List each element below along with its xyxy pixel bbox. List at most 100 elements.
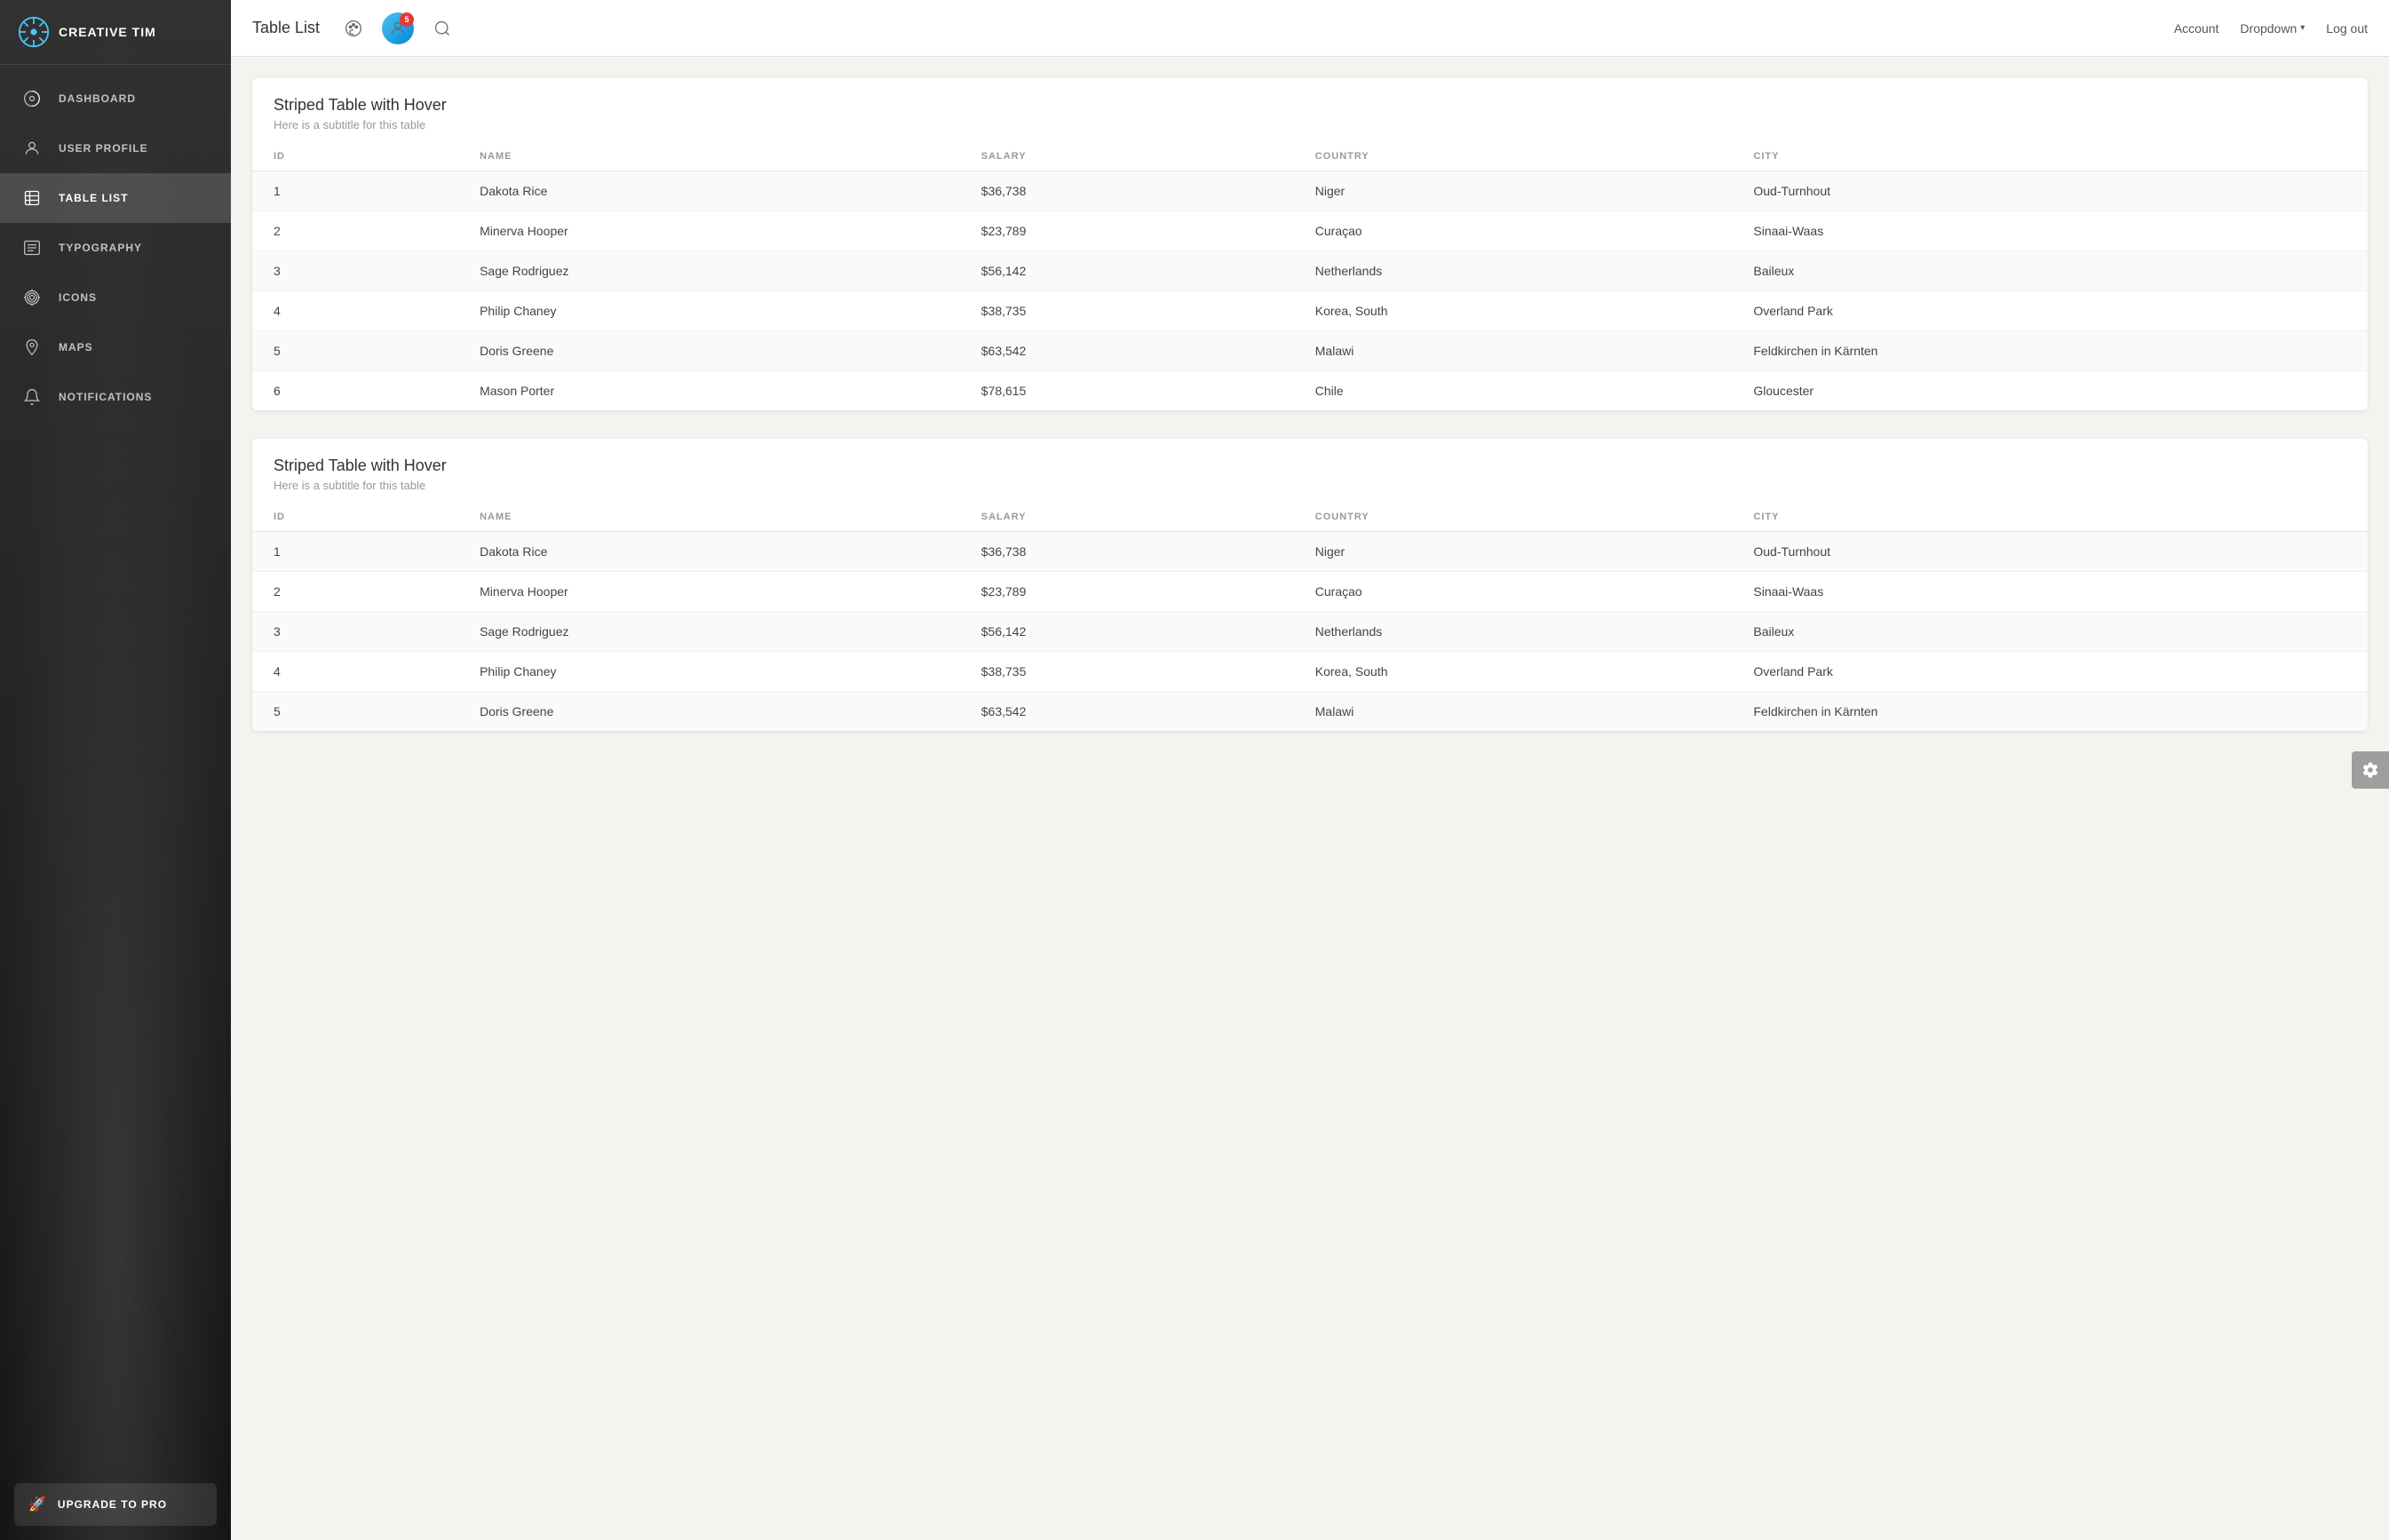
cell-id: 2 <box>252 572 458 612</box>
table-row[interactable]: 4Philip Chaney$38,735Korea, SouthOverlan… <box>252 652 2368 692</box>
typography-icon <box>18 234 46 262</box>
cell-country: Curaçao <box>1294 211 1733 251</box>
logo-icon <box>18 16 50 48</box>
cell-id: 3 <box>252 251 458 291</box>
sidebar-item-icons[interactable]: ICONS <box>0 273 231 322</box>
dropdown-link[interactable]: Dropdown ▾ <box>2240 21 2305 36</box>
table-card: Striped Table with HoverHere is a subtit… <box>252 78 2368 410</box>
sidebar-item-user-profile[interactable]: USER PROFILE <box>0 123 231 173</box>
cell-name: Minerva Hooper <box>458 572 960 612</box>
page-title: Table List <box>252 19 320 37</box>
cell-id: 2 <box>252 211 458 251</box>
cell-salary: $56,142 <box>960 612 1294 652</box>
data-table: IDNAMESALARYCOUNTRYCITY1Dakota Rice$36,7… <box>252 142 2368 410</box>
user-icon <box>18 134 46 163</box>
notification-badge: 5 <box>400 12 414 27</box>
cell-city: Sinaai-Waas <box>1732 211 2368 251</box>
cell-id: 6 <box>252 371 458 411</box>
content-area: Striped Table with HoverHere is a subtit… <box>231 57 2389 1540</box>
cell-country: Niger <box>1294 532 1733 572</box>
table-row[interactable]: 5Doris Greene$63,542MalawiFeldkirchen in… <box>252 331 2368 371</box>
table-subtitle: Here is a subtitle for this table <box>274 118 2346 131</box>
table-row[interactable]: 3Sage Rodriguez$56,142NetherlandsBaileux <box>252 251 2368 291</box>
cell-city: Feldkirchen in Kärnten <box>1732 331 2368 371</box>
settings-fab[interactable] <box>2352 751 2389 789</box>
table-row[interactable]: 3Sage Rodriguez$56,142NetherlandsBaileux <box>252 612 2368 652</box>
table-row[interactable]: 2Minerva Hooper$23,789CuraçaoSinaai-Waas <box>252 211 2368 251</box>
cell-country: Niger <box>1294 171 1733 211</box>
cell-name: Dakota Rice <box>458 171 960 211</box>
dropdown-label: Dropdown <box>2240 21 2297 36</box>
cell-country: Malawi <box>1294 692 1733 732</box>
cell-country: Chile <box>1294 371 1733 411</box>
table-row[interactable]: 5Doris Greene$63,542MalawiFeldkirchen in… <box>252 692 2368 732</box>
chevron-down-icon: ▾ <box>2300 23 2305 33</box>
cell-id: 4 <box>252 652 458 692</box>
table-row[interactable]: 4Philip Chaney$38,735Korea, SouthOverlan… <box>252 291 2368 331</box>
sidebar-label-icons: ICONS <box>59 291 97 304</box>
sidebar: CREATIVE TIM DASHBOARD USER PROFILE <box>0 0 231 1540</box>
table-card: Striped Table with HoverHere is a subtit… <box>252 439 2368 731</box>
column-header: COUNTRY <box>1294 142 1733 171</box>
upgrade-label: UPGRADE TO PRO <box>58 1498 167 1511</box>
notification-button[interactable]: 5 <box>382 12 414 44</box>
cell-name: Minerva Hooper <box>458 211 960 251</box>
cell-salary: $63,542 <box>960 692 1294 732</box>
cell-name: Doris Greene <box>458 692 960 732</box>
logout-link[interactable]: Log out <box>2326 21 2368 36</box>
cell-name: Sage Rodriguez <box>458 612 960 652</box>
column-header: CITY <box>1732 503 2368 532</box>
sidebar-item-typography[interactable]: TYPOGRAPHY <box>0 223 231 273</box>
sidebar-label-maps: MAPS <box>59 341 93 353</box>
cell-country: Netherlands <box>1294 612 1733 652</box>
cell-salary: $36,738 <box>960 171 1294 211</box>
sidebar-logo[interactable]: CREATIVE TIM <box>0 0 231 65</box>
sidebar-label-dashboard: DASHBOARD <box>59 92 136 105</box>
table-icon <box>18 184 46 212</box>
cell-name: Dakota Rice <box>458 532 960 572</box>
cell-city: Gloucester <box>1732 371 2368 411</box>
sidebar-item-notifications[interactable]: NOTIFICATIONS <box>0 372 231 422</box>
palette-button[interactable] <box>337 12 369 44</box>
column-header: COUNTRY <box>1294 503 1733 532</box>
cell-name: Philip Chaney <box>458 291 960 331</box>
cell-salary: $23,789 <box>960 572 1294 612</box>
column-header: SALARY <box>960 503 1294 532</box>
cell-salary: $56,142 <box>960 251 1294 291</box>
sidebar-item-table-list[interactable]: TABLE LIST <box>0 173 231 223</box>
cell-id: 5 <box>252 692 458 732</box>
sidebar-label-typography: TYPOGRAPHY <box>59 242 142 254</box>
cell-salary: $63,542 <box>960 331 1294 371</box>
table-row[interactable]: 1Dakota Rice$36,738NigerOud-Turnhout <box>252 171 2368 211</box>
column-header: NAME <box>458 142 960 171</box>
table-row[interactable]: 1Dakota Rice$36,738NigerOud-Turnhout <box>252 532 2368 572</box>
cell-country: Netherlands <box>1294 251 1733 291</box>
header-right: Account Dropdown ▾ Log out <box>2174 21 2368 36</box>
sidebar-item-dashboard[interactable]: DASHBOARD <box>0 74 231 123</box>
cell-city: Sinaai-Waas <box>1732 572 2368 612</box>
cell-id: 3 <box>252 612 458 652</box>
cell-salary: $23,789 <box>960 211 1294 251</box>
cell-name: Sage Rodriguez <box>458 251 960 291</box>
header: Table List <box>231 0 2389 57</box>
account-link[interactable]: Account <box>2174 21 2219 36</box>
cell-salary: $38,735 <box>960 652 1294 692</box>
cell-id: 5 <box>252 331 458 371</box>
cell-name: Philip Chaney <box>458 652 960 692</box>
header-actions: 5 <box>337 12 458 44</box>
table-row[interactable]: 2Minerva Hooper$23,789CuraçaoSinaai-Waas <box>252 572 2368 612</box>
sidebar-label-table-list: TABLE LIST <box>59 192 128 204</box>
cell-country: Korea, South <box>1294 291 1733 331</box>
notifications-icon <box>18 383 46 411</box>
cell-id: 1 <box>252 171 458 211</box>
cell-salary: $36,738 <box>960 532 1294 572</box>
cell-country: Korea, South <box>1294 652 1733 692</box>
cell-id: 1 <box>252 532 458 572</box>
column-header: ID <box>252 142 458 171</box>
cell-name: Mason Porter <box>458 371 960 411</box>
main-area: Table List <box>231 0 2389 1540</box>
sidebar-item-maps[interactable]: MAPS <box>0 322 231 372</box>
table-row[interactable]: 6Mason Porter$78,615ChileGloucester <box>252 371 2368 411</box>
upgrade-button[interactable]: 🚀 UPGRADE TO PRO <box>14 1483 217 1526</box>
search-button[interactable] <box>426 12 458 44</box>
